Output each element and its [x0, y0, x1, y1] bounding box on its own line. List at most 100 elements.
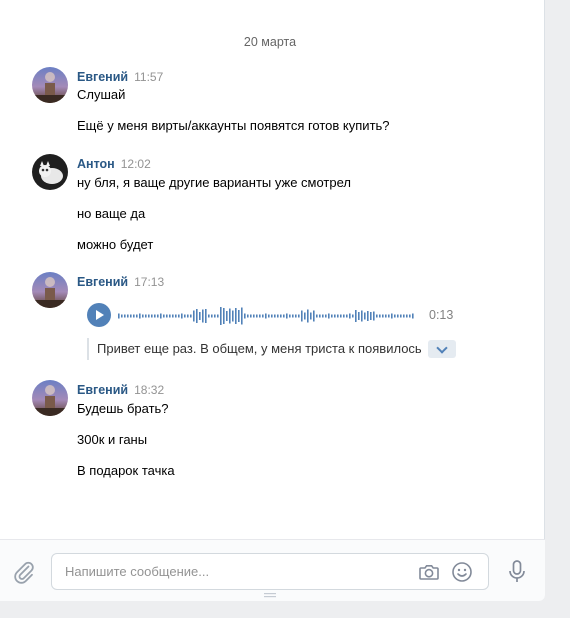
waveform-bar	[226, 311, 228, 321]
waveform-bar	[406, 314, 408, 318]
waveform-bar	[256, 314, 258, 318]
waveform-bar	[250, 314, 252, 318]
waveform-bar	[163, 314, 165, 318]
waveform[interactable]	[118, 305, 416, 327]
waveform-bar	[277, 314, 279, 318]
waveform-bar	[241, 307, 243, 325]
avatar[interactable]	[32, 380, 68, 416]
waveform-bar	[208, 314, 210, 318]
waveform-bar	[292, 314, 294, 318]
waveform-bar	[298, 314, 300, 318]
message-text: Будешь брать?	[77, 401, 169, 416]
message-composer	[0, 539, 545, 601]
waveform-bar	[211, 314, 213, 318]
smile-icon[interactable]	[450, 560, 474, 584]
waveform-bar	[391, 313, 393, 319]
author-name[interactable]: Антон	[77, 157, 115, 171]
author-name[interactable]: Евгений	[77, 70, 128, 84]
waveform-bar	[229, 308, 231, 324]
camera-icon[interactable]	[417, 560, 441, 584]
waveform-bar	[340, 314, 342, 318]
author-name[interactable]: Евгений	[77, 275, 128, 289]
message-time[interactable]: 17:13	[134, 275, 164, 289]
message-input[interactable]	[65, 554, 405, 589]
waveform-bar	[331, 314, 333, 318]
expand-transcript-button[interactable]	[428, 340, 456, 358]
waveform-bar	[184, 314, 186, 318]
waveform-bar	[220, 307, 222, 325]
waveform-bar	[169, 314, 171, 318]
waveform-bar	[379, 314, 381, 318]
waveform-bar	[280, 314, 282, 318]
waveform-bar	[196, 309, 198, 323]
waveform-bar	[268, 314, 270, 318]
waveform-bar	[265, 313, 267, 319]
waveform-bar	[217, 314, 219, 318]
waveform-bar	[166, 314, 168, 318]
waveform-bar	[124, 314, 126, 318]
waveform-bar	[376, 314, 378, 318]
waveform-bar	[364, 312, 366, 320]
message-group: Антон 12:02 ну бля, я ваще другие вариант…	[32, 154, 532, 254]
waveform-bar	[127, 314, 129, 318]
waveform-bar	[214, 314, 216, 318]
waveform-bar	[202, 309, 204, 323]
waveform-bar	[244, 313, 246, 319]
message-header: Евгений 11:57	[77, 69, 163, 84]
chat-panel: 20 марта Евгений 11:57 Слушай Ещё у меня …	[0, 0, 545, 601]
waveform-bar	[238, 310, 240, 322]
transcript-text: Привет еще раз. В общем, у меня триста к…	[97, 341, 421, 356]
waveform-bar	[205, 309, 207, 323]
waveform-bar	[148, 314, 150, 318]
waveform-bar	[352, 314, 354, 318]
waveform-bar	[172, 314, 174, 318]
waveform-bar	[307, 309, 309, 323]
waveform-bar	[316, 314, 318, 318]
waveform-bar	[328, 313, 330, 319]
waveform-bar	[271, 314, 273, 318]
waveform-bar	[319, 314, 321, 318]
waveform-bar	[349, 313, 351, 319]
waveform-bar	[286, 313, 288, 319]
resize-handle-icon[interactable]	[264, 593, 276, 599]
voice-message: 0:13	[87, 303, 467, 329]
message-time[interactable]: 12:02	[121, 157, 151, 171]
waveform-bar	[193, 310, 195, 322]
message-header: Евгений 18:32	[77, 382, 164, 397]
waveform-bar	[295, 314, 297, 318]
message-input-box[interactable]	[51, 553, 489, 590]
waveform-bar	[334, 314, 336, 318]
waveform-bar	[130, 314, 132, 318]
play-icon[interactable]	[87, 303, 111, 327]
message-group: Евгений 18:32 Будешь брать? 300к и ганы В…	[32, 380, 532, 480]
waveform-bar	[382, 314, 384, 318]
avatar[interactable]	[32, 67, 68, 103]
waveform-bar	[355, 310, 357, 322]
waveform-bar	[367, 311, 369, 321]
avatar[interactable]	[32, 154, 68, 190]
waveform-bar	[325, 314, 327, 318]
paperclip-icon[interactable]	[12, 560, 36, 584]
waveform-bar	[187, 314, 189, 318]
date-separator: 20 марта	[243, 35, 297, 49]
author-name[interactable]: Евгений	[77, 383, 128, 397]
waveform-bar	[301, 310, 303, 322]
waveform-bar	[373, 311, 375, 321]
message-time[interactable]: 11:57	[134, 70, 163, 84]
message-text: можно будет	[77, 237, 154, 252]
waveform-bar	[136, 314, 138, 318]
message-text: Слушай	[77, 87, 126, 102]
waveform-bar	[322, 314, 324, 318]
waveform-bar	[361, 310, 363, 322]
waveform-bar	[151, 314, 153, 318]
message-text: Ещё у меня вирты/аккаунты появятся готов…	[77, 118, 390, 133]
waveform-bar	[310, 312, 312, 320]
waveform-bar	[142, 314, 144, 318]
microphone-icon[interactable]	[505, 559, 529, 585]
message-time[interactable]: 18:32	[134, 383, 164, 397]
avatar[interactable]	[32, 272, 68, 308]
waveform-bar	[154, 314, 156, 318]
waveform-bar	[139, 313, 141, 319]
waveform-bar	[199, 312, 201, 320]
waveform-bar	[175, 314, 177, 318]
